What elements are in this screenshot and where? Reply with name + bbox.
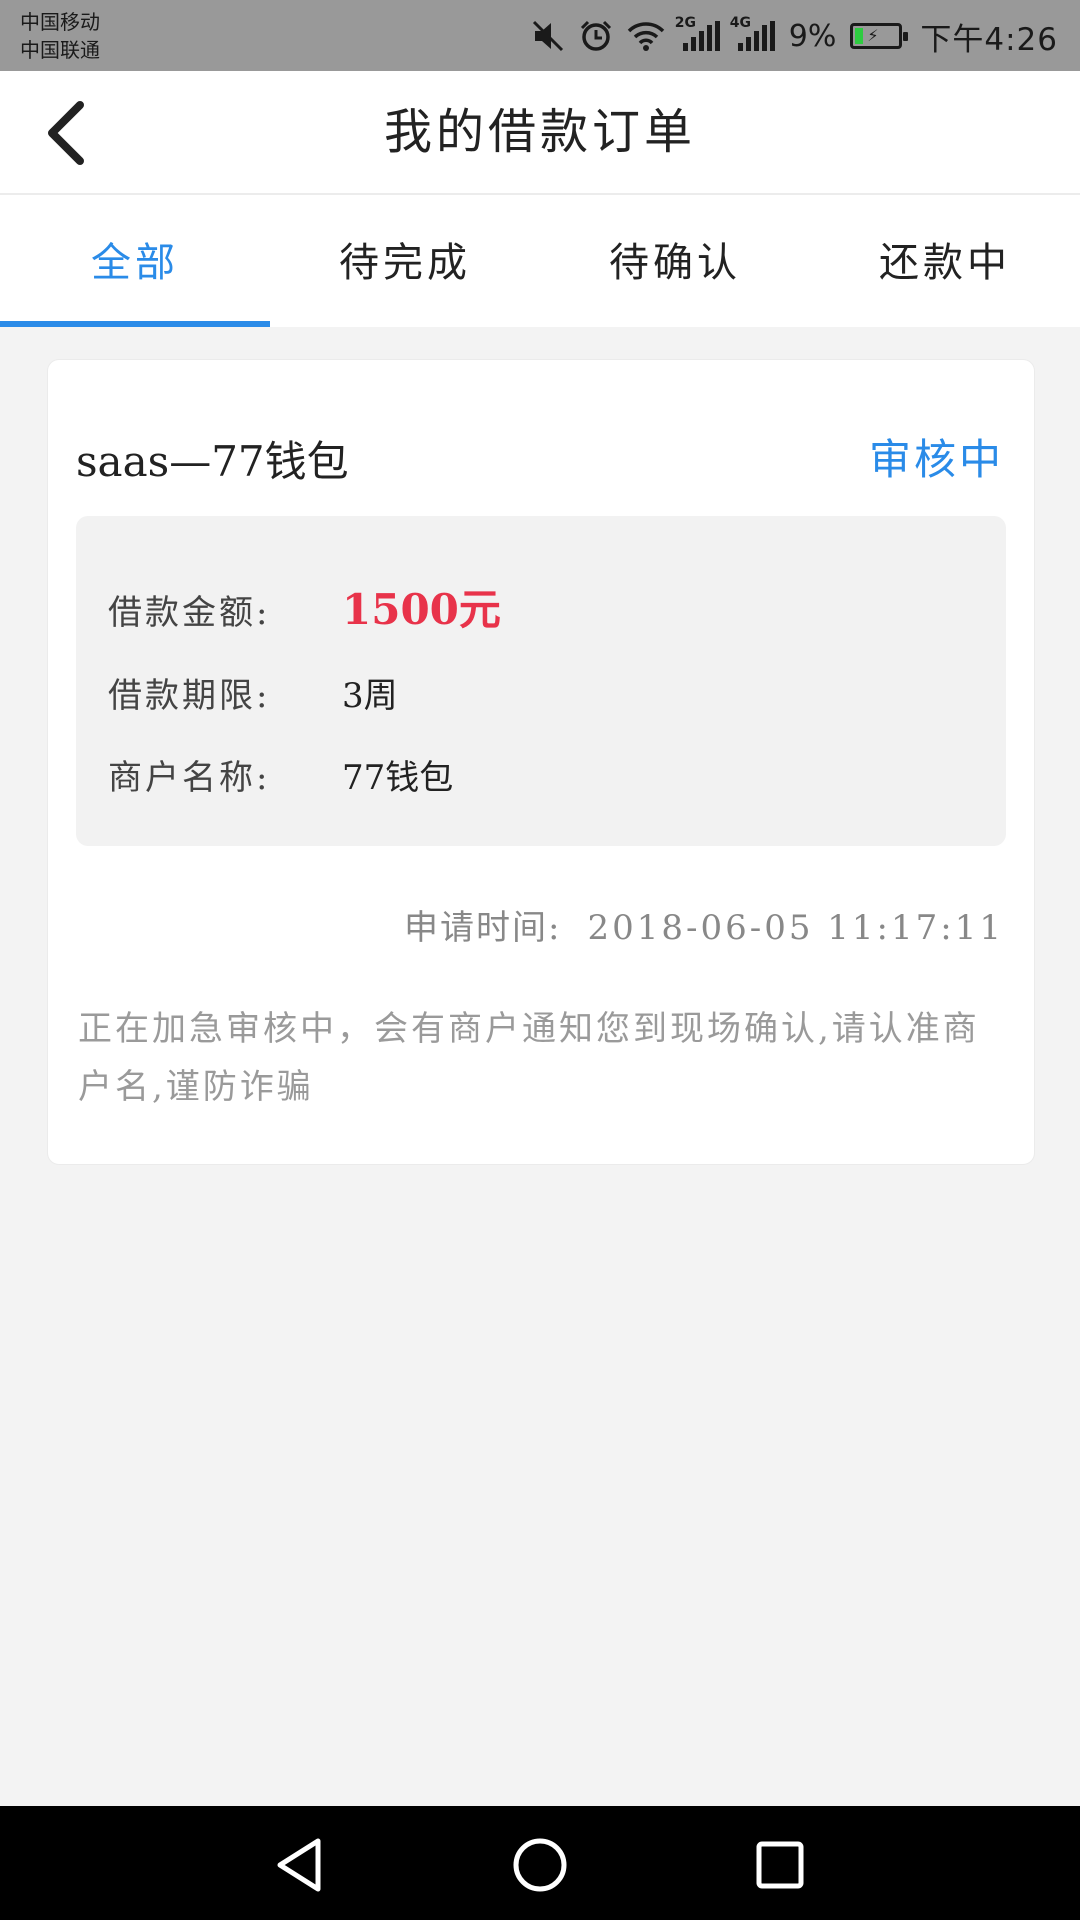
order-status-badge: 审核中 xyxy=(868,435,1004,484)
merchant-row: 商户名称: 77钱包 xyxy=(108,750,453,799)
clock: 下午4:26 xyxy=(920,21,1058,58)
network-type-1: 2G xyxy=(674,15,697,31)
apply-time: 申请时间: 2018-06-05 11:17:11 xyxy=(404,900,1004,949)
term-value: 3周 xyxy=(342,676,398,716)
amount-label: 借款金额: xyxy=(108,593,271,633)
tab-pending[interactable]: 待完成 xyxy=(270,195,540,327)
tab-all[interactable]: 全部 xyxy=(0,195,270,327)
home-circle-icon xyxy=(513,1838,567,1892)
tab-label: 待确认 xyxy=(609,240,741,286)
app-header: 我的借款订单 xyxy=(0,71,1080,195)
merchant-label: 商户名称: xyxy=(108,758,271,798)
order-details-box: 借款金额: 1500元 借款期限: 3周 商户名称: 77钱包 xyxy=(76,516,1006,846)
signal-icon: 4G xyxy=(730,15,775,51)
signal-icon: 2G xyxy=(675,15,720,51)
system-nav-bar xyxy=(0,1806,1080,1920)
recents-square-icon xyxy=(756,1841,804,1889)
battery-icon: ⚡ xyxy=(850,23,909,49)
merchant-value: 77钱包 xyxy=(342,758,454,798)
battery-percent: 9% xyxy=(788,18,837,54)
apply-time-value: 2018-06-05 11:17:11 xyxy=(587,908,1004,948)
carrier-1: 中国移动 xyxy=(20,10,100,34)
mute-icon xyxy=(531,19,565,53)
status-bar: 中国移动 中国联通 2G 4G 9% ⚡ 下午4:26 xyxy=(0,0,1080,71)
term-row: 借款期限: 3周 xyxy=(108,668,398,717)
order-merchant-title: saas—77钱包 xyxy=(76,437,349,486)
wifi-icon xyxy=(627,20,665,52)
carrier-2: 中国联通 xyxy=(20,38,100,62)
term-label: 借款期限: xyxy=(108,676,271,716)
review-notice: 正在加急审核中，会有商户通知您到现场确认,请认准商户名,谨防诈骗 xyxy=(78,1009,980,1107)
nav-back-button[interactable] xyxy=(265,1830,335,1900)
tab-label: 全部 xyxy=(91,240,179,286)
alarm-icon xyxy=(579,19,613,53)
order-card[interactable]: saas—77钱包 审核中 借款金额: 1500元 借款期限: 3周 商户名称:… xyxy=(47,359,1035,1165)
back-triangle-icon xyxy=(277,1838,321,1892)
tab-active-indicator xyxy=(0,321,270,327)
amount-row: 借款金额: 1500元 xyxy=(108,576,501,637)
network-type-2: 4G xyxy=(729,15,752,31)
page-title: 我的借款订单 xyxy=(383,104,696,160)
tab-bar: 全部 待完成 待确认 还款中 xyxy=(0,195,1080,327)
apply-time-label: 申请时间: xyxy=(403,908,562,948)
nav-home-button[interactable] xyxy=(505,1830,575,1900)
nav-recents-button[interactable] xyxy=(745,1830,815,1900)
tab-repaying[interactable]: 还款中 xyxy=(810,195,1080,327)
amount-value: 1500元 xyxy=(342,585,501,634)
tab-label: 待完成 xyxy=(339,240,471,286)
tab-to-confirm[interactable]: 待确认 xyxy=(540,195,810,327)
status-icons: 2G 4G 9% ⚡ 下午4:26 xyxy=(531,14,1058,58)
tab-label: 还款中 xyxy=(879,240,1011,286)
carrier-info: 中国移动 中国联通 xyxy=(20,8,100,64)
